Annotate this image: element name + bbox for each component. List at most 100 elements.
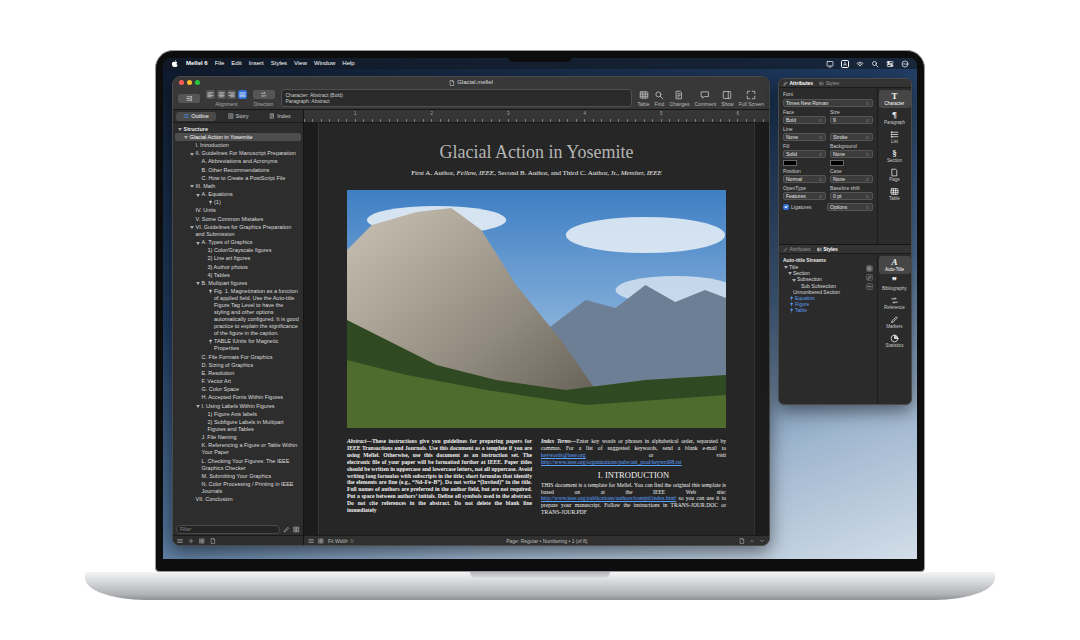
disclosure-icon[interactable] — [189, 496, 194, 503]
document-title[interactable]: Glacial Action in Yosemite — [347, 141, 726, 163]
ruler[interactable]: 123456 — [304, 110, 769, 123]
outline-item[interactable]: C. How to Create a PostScript File — [175, 174, 301, 182]
outline-item[interactable]: G. Color Space — [175, 386, 301, 394]
disclosure-icon[interactable] — [195, 158, 200, 165]
direction-button[interactable] — [253, 90, 275, 99]
outline-item[interactable]: Glacial Action in Yosemite — [175, 133, 301, 141]
index-terms-paragraph[interactable]: Index Terms—Enter key words or phrases i… — [541, 438, 726, 466]
layout-icon[interactable] — [308, 538, 314, 544]
select[interactable]: Normal — [783, 175, 826, 183]
disclosure-icon[interactable] — [195, 167, 200, 174]
edit-button[interactable] — [866, 274, 873, 281]
previous-page-icon[interactable] — [749, 538, 755, 544]
menu-item[interactable]: Insert — [249, 60, 264, 67]
outline-item[interactable]: F. Vector Art — [175, 378, 301, 386]
menu-item[interactable]: Window — [314, 60, 335, 67]
outline-item[interactable]: III. Math — [175, 182, 301, 190]
disclosure-icon[interactable] — [195, 458, 200, 465]
options-button[interactable] — [866, 265, 873, 272]
view-icon[interactable] — [318, 538, 324, 544]
stepper[interactable]: 9 — [830, 116, 873, 124]
disclosure-icon[interactable] — [201, 288, 206, 295]
category-button[interactable]: Markers — [879, 313, 911, 331]
outline-item[interactable]: L. Checking Your Figures: The IEEE Graph… — [175, 457, 301, 472]
disclosure-icon[interactable] — [195, 370, 200, 377]
remove-button[interactable] — [866, 283, 873, 290]
stream-item[interactable]: Sub Subsection — [783, 283, 864, 289]
pane-tab[interactable]: Styles — [817, 246, 838, 252]
disclosure-icon[interactable] — [195, 403, 200, 410]
view-options-icon[interactable] — [293, 526, 300, 533]
disclosure-icon[interactable] — [201, 419, 206, 426]
display-icon[interactable] — [826, 60, 834, 68]
stream-item[interactable]: Unnumbered Section — [783, 289, 864, 295]
disclosure-icon[interactable] — [201, 272, 206, 279]
color-swatch[interactable] — [830, 160, 844, 166]
disclosure-icon[interactable] — [201, 264, 206, 271]
outline-item[interactable]: J. File Naming — [175, 434, 301, 442]
outline-item[interactable]: 2) Line art figures — [175, 255, 301, 263]
outline-item[interactable]: D. Sizing of Graphics — [175, 361, 301, 369]
close-button[interactable] — [179, 80, 184, 85]
search-icon[interactable] — [871, 60, 879, 68]
disclosure-icon[interactable] — [195, 473, 200, 480]
category-button[interactable]: ❞Bibliography — [879, 275, 911, 293]
disclosure-icon[interactable] — [787, 270, 792, 276]
disclosure-icon[interactable] — [791, 277, 796, 283]
alignment-button[interactable] — [217, 90, 226, 99]
outline-item[interactable]: I. Using Labels Within Figures — [175, 402, 301, 410]
outline-item[interactable]: 1) Figure Axis labels — [175, 410, 301, 418]
pane-tab[interactable]: Styles — [819, 80, 839, 86]
add-icon[interactable] — [188, 538, 194, 544]
grid-icon[interactable] — [199, 538, 205, 544]
siri-icon[interactable] — [901, 60, 909, 68]
outline-item[interactable]: VI. Guidelines for Graphics Preparation … — [175, 223, 301, 238]
toolbar-button[interactable]: Comment — [695, 90, 717, 107]
category-button[interactable]: TCharacter — [879, 90, 911, 108]
disclosure-icon[interactable] — [783, 301, 788, 307]
toolbar-button[interactable]: Table — [638, 90, 650, 107]
outline-item[interactable]: H. Accepted Fonts Within Figures — [175, 394, 301, 402]
outline-item[interactable]: E. Resolution — [175, 369, 301, 377]
toolbar-button[interactable]: Changes — [669, 90, 689, 107]
category-button[interactable]: AAuto-Title — [879, 256, 911, 274]
apple-icon[interactable] — [171, 59, 179, 68]
page-icon[interactable] — [739, 538, 745, 544]
disclosure-icon[interactable] — [201, 247, 206, 254]
stream-item[interactable]: Equation — [783, 295, 864, 301]
category-button[interactable]: ¶Paragraph — [879, 109, 911, 127]
disclosure-icon[interactable] — [195, 280, 200, 287]
disclosure-icon[interactable] — [201, 199, 206, 206]
introduction-paragraph[interactable]: THIS document is a template for Mellel. … — [541, 482, 726, 517]
disclosure-icon[interactable] — [195, 354, 200, 361]
pane-tab[interactable]: Attributes — [783, 80, 813, 86]
category-button[interactable]: List — [879, 128, 911, 146]
menu-item[interactable]: Styles — [271, 60, 287, 67]
alignment-button[interactable] — [206, 90, 215, 99]
toolbar-button[interactable]: Full Screen — [739, 90, 764, 107]
disclosure-icon[interactable] — [201, 255, 206, 262]
menu-item[interactable]: Help — [342, 60, 354, 67]
alignment-button[interactable] — [227, 90, 236, 99]
outline-item[interactable]: II. Guidelines For Manuscript Preparatio… — [175, 150, 301, 158]
document-page[interactable]: Glacial Action in YosemiteFirst A. Autho… — [319, 123, 754, 535]
lines-icon[interactable] — [177, 538, 183, 544]
photo[interactable] — [347, 190, 726, 428]
wifi-icon[interactable] — [856, 60, 864, 68]
category-button[interactable]: §Section — [879, 147, 911, 165]
outline-header[interactable]: Structure — [175, 125, 301, 133]
sidebar-tab[interactable]: Story — [218, 112, 258, 121]
style-field[interactable]: Character: Abstract (Bold)Paragraph: Abs… — [281, 89, 632, 107]
ligatures-option[interactable]: Ligatures — [783, 204, 823, 210]
toolbar-button[interactable]: Find — [654, 90, 664, 107]
stream-item[interactable]: Figure — [783, 301, 864, 307]
category-button[interactable]: Table — [879, 185, 911, 203]
stepper[interactable]: 0 pt — [830, 192, 873, 200]
disclosure-icon[interactable] — [189, 150, 194, 157]
select[interactable]: Stroke — [830, 133, 873, 141]
disclosure-icon[interactable] — [783, 308, 788, 314]
stream-item[interactable]: Subsection — [783, 276, 864, 282]
select[interactable]: None — [830, 175, 873, 183]
outline-item[interactable]: VII. Conclusion — [175, 496, 301, 504]
color-swatch[interactable] — [783, 160, 797, 166]
